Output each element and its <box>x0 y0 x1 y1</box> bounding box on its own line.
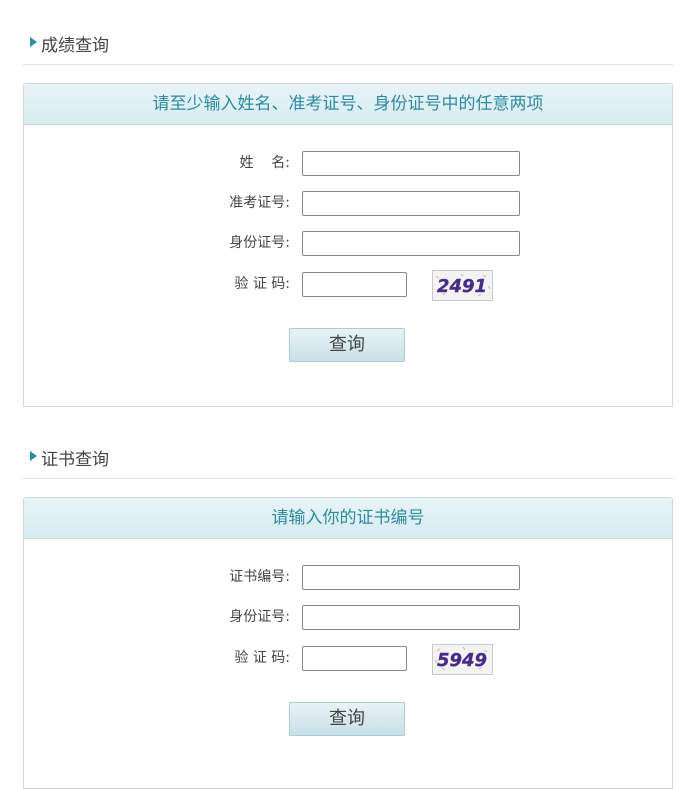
cert-id-no-input[interactable] <box>302 605 520 630</box>
captcha-text: 2491 <box>437 276 487 297</box>
cert-id-no-row: 身份证号: <box>200 605 530 631</box>
id-no-row: 身份证号: <box>200 231 530 257</box>
captcha-label: 验 证 码: <box>234 276 290 292</box>
id-no-input[interactable] <box>302 231 520 256</box>
cert-captcha-image[interactable]: 5949 <box>432 644 493 675</box>
cert-no-row: 证书编号: <box>200 565 530 591</box>
triangle-right-icon <box>30 451 37 461</box>
cert-query-panel: 请输入你的证书编号 证书编号: 身份证号: 验 证 码: 5949 查询 <box>23 497 673 789</box>
id-no-label: 身份证号: <box>229 235 290 251</box>
cert-id-no-label: 身份证号: <box>229 609 290 625</box>
triangle-right-icon <box>30 37 37 47</box>
captcha-input[interactable] <box>302 272 407 297</box>
exam-no-label: 准考证号: <box>229 195 290 211</box>
cert-query-section: 证书查询 <box>23 438 673 479</box>
exam-no-row: 准考证号: <box>200 191 530 217</box>
captcha-row: 验 证 码: 2491 <box>200 270 530 301</box>
name-input[interactable] <box>302 151 520 176</box>
cert-no-input[interactable] <box>302 565 520 590</box>
cert-query-button[interactable]: 查询 <box>289 702 405 736</box>
captcha-image[interactable]: 2491 <box>432 270 493 301</box>
name-row: 姓 名: <box>200 151 530 177</box>
cert-captcha-input[interactable] <box>302 646 407 671</box>
cert-query-title: 证书查询 <box>41 450 109 470</box>
score-query-panel: 请至少输入姓名、准考证号、身份证号中的任意两项 姓 名: 准考证号: 身份证号:… <box>23 83 673 407</box>
cert-no-label: 证书编号: <box>229 569 290 585</box>
name-label: 姓 名: <box>239 155 290 171</box>
score-query-section: 成绩查询 <box>23 24 673 65</box>
cert-captcha-label: 验 证 码: <box>234 650 290 666</box>
cert-query-header: 证书查询 <box>23 438 673 479</box>
exam-no-input[interactable] <box>302 191 520 216</box>
score-query-button[interactable]: 查询 <box>289 328 405 362</box>
captcha-text: 5949 <box>437 650 487 671</box>
cert-panel-title: 请输入你的证书编号 <box>24 498 672 539</box>
score-query-header: 成绩查询 <box>23 24 673 65</box>
cert-captcha-row: 验 证 码: 5949 <box>200 644 530 675</box>
score-query-title: 成绩查询 <box>41 36 109 56</box>
score-panel-title: 请至少输入姓名、准考证号、身份证号中的任意两项 <box>24 84 672 125</box>
